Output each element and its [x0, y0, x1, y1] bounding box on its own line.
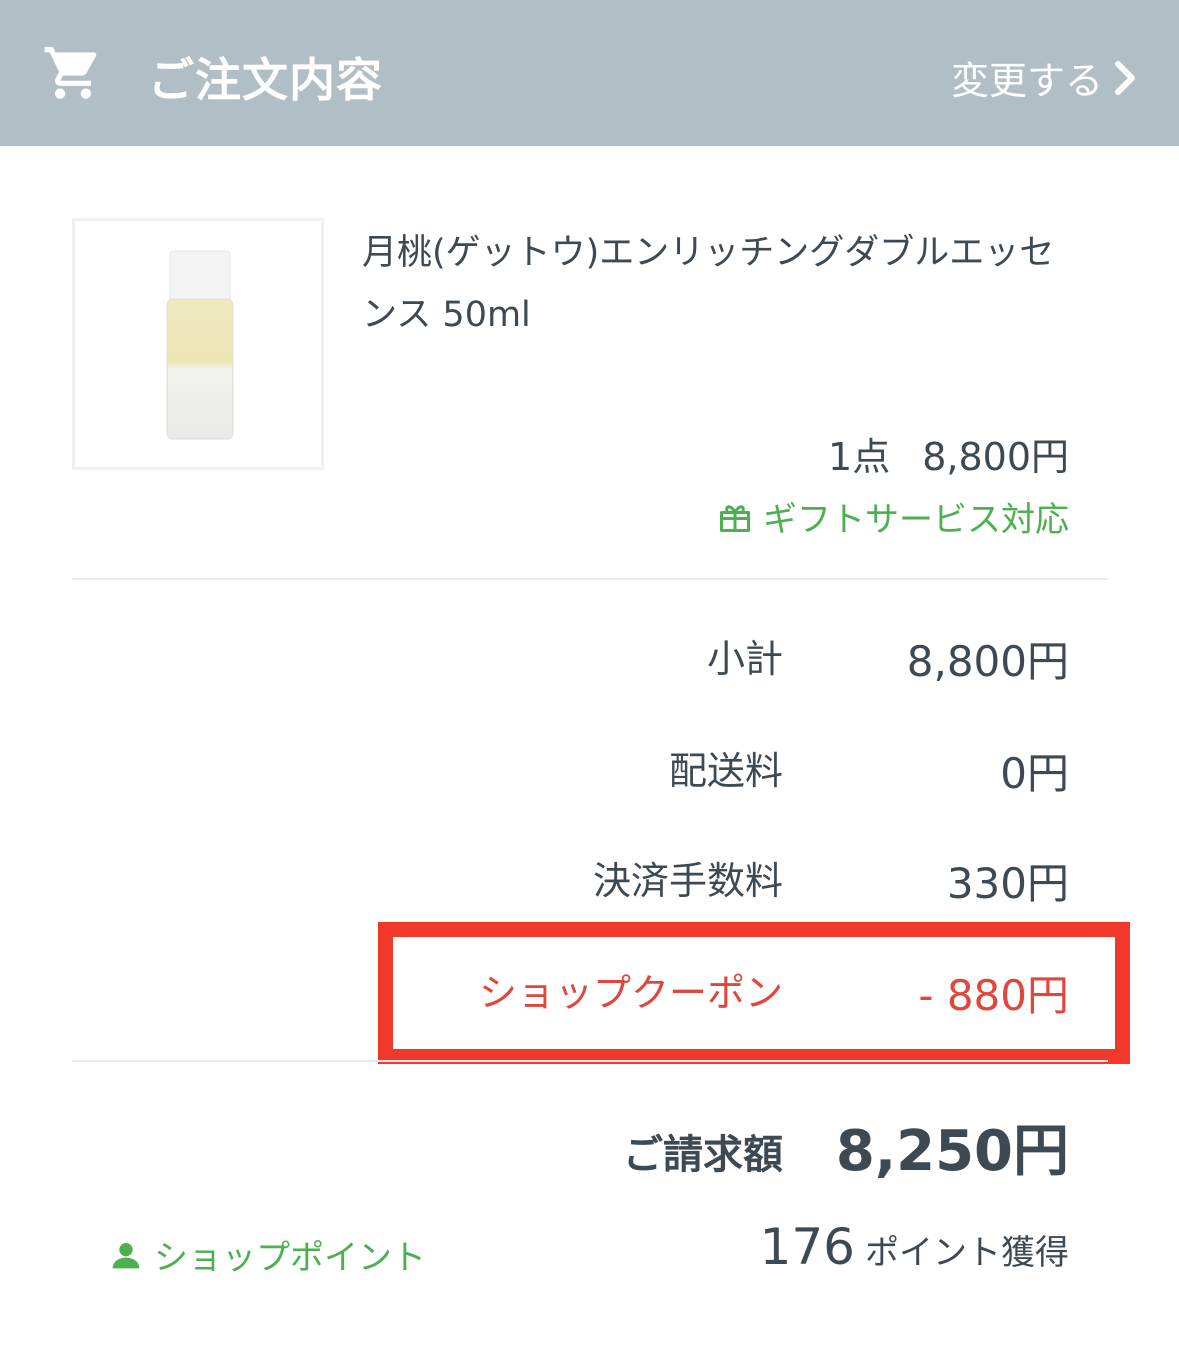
page-title: ご注文内容: [148, 53, 383, 107]
gift-service-badge: ギフトサービス対応: [717, 492, 1069, 541]
product-image[interactable]: [75, 221, 321, 467]
fee-label: 決済手数料: [592, 859, 783, 903]
shop-points-link[interactable]: ショップポイント: [110, 1230, 426, 1279]
divider: [72, 1060, 1108, 1062]
fee-value: 330円: [946, 859, 1069, 908]
chevron-right-icon[interactable]: [1113, 59, 1137, 97]
product-thumbnail[interactable]: [72, 218, 324, 470]
product-name[interactable]: 月桃(ゲットウ)エンリッチングダブルエッセンス 50ml: [362, 222, 1062, 346]
total-row: ご請求額 8,250円: [0, 1112, 1179, 1184]
shop-points-label[interactable]: ショップポイント: [154, 1230, 426, 1279]
subtotal-row: 小計 8,800円: [0, 628, 1179, 688]
total-value: 8,250円: [835, 1119, 1069, 1184]
points-suffix: ポイント獲得: [865, 1233, 1069, 1273]
subtotal-label: 小計: [706, 637, 783, 681]
fee-row: 決済手数料 330円: [0, 850, 1179, 910]
total-label: ご請求額: [623, 1132, 783, 1178]
points-amount: 176: [759, 1218, 855, 1276]
shipping-value: 0円: [1000, 749, 1069, 798]
order-header: ご注文内容 変更する: [0, 0, 1179, 146]
shipping-label: 配送料: [668, 749, 783, 793]
change-order-label[interactable]: 変更する: [951, 50, 1103, 105]
change-order-link[interactable]: 変更する: [951, 50, 1137, 105]
product-quantity: 1点: [828, 435, 891, 479]
gift-icon: [720, 504, 750, 532]
divider: [72, 578, 1108, 580]
subtotal-value: 8,800円: [906, 637, 1069, 686]
gift-service-label: ギフトサービス対応: [763, 500, 1069, 540]
user-icon: [112, 1242, 140, 1268]
cart-icon: [44, 47, 97, 99]
quantity-price: 1点 8,800円: [828, 426, 1069, 481]
shipping-row: 配送料 0円: [0, 740, 1179, 800]
coupon-highlight-box: [378, 922, 1130, 1064]
points-earned: 176 ポイント獲得: [760, 1218, 1069, 1276]
product-price: 8,800円: [922, 435, 1069, 479]
